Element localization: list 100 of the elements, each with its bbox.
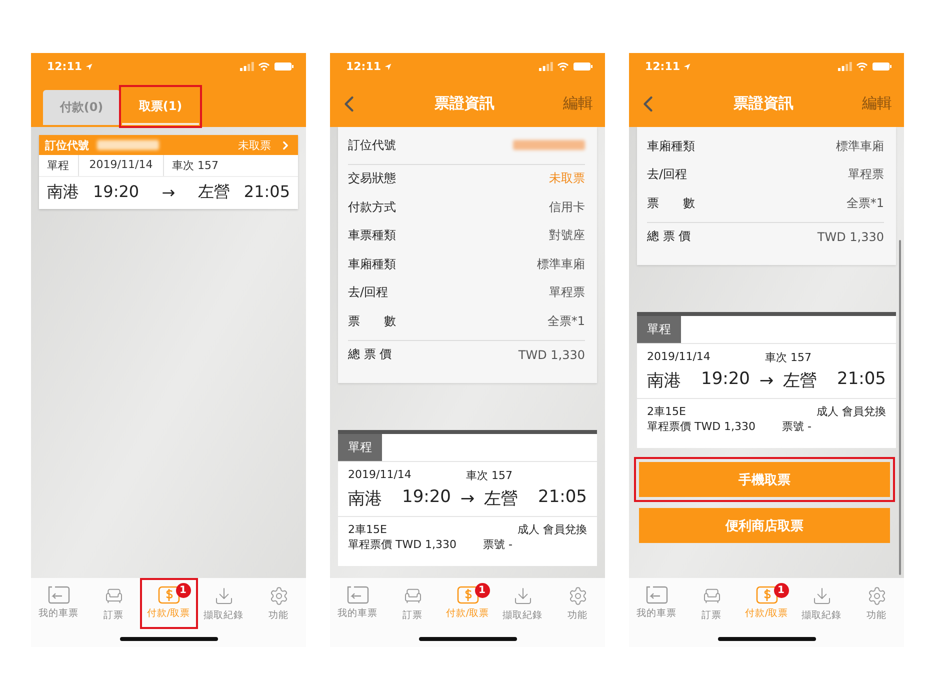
detail-value: TWD 1,330 xyxy=(518,348,585,362)
tab-bar-item[interactable]: 訂票 xyxy=(686,584,738,624)
tab-bar-item[interactable]: 功能 xyxy=(552,584,604,624)
tab-bar-item[interactable]: 功能 xyxy=(850,584,902,624)
train-number: 車次 157 xyxy=(765,350,812,365)
departure-station: 南港 xyxy=(348,488,382,510)
redacted-code xyxy=(97,140,159,150)
location-icon xyxy=(384,62,392,70)
detail-label: 去/回程 xyxy=(348,284,388,302)
wifi-icon xyxy=(258,62,270,71)
settings-icon xyxy=(568,586,588,606)
departure-time: 19:20 xyxy=(93,182,140,203)
ticket-number: 票號 - xyxy=(483,537,514,552)
seat-icon xyxy=(104,586,124,606)
pickup-button[interactable]: 手機取票 xyxy=(639,462,890,497)
arrow-box-icon xyxy=(48,586,70,604)
signal-icon xyxy=(838,62,852,71)
signal-icon xyxy=(240,62,254,71)
detail-label: 交易狀態 xyxy=(348,170,396,188)
seat-number: 2車15E xyxy=(348,522,387,537)
signal-icon xyxy=(539,62,553,71)
detail-value: 全票*1 xyxy=(846,194,884,212)
dollar-box-icon xyxy=(158,586,180,604)
detail-value: TWD 1,330 xyxy=(817,230,884,244)
edit-button[interactable]: 編輯 xyxy=(862,94,892,113)
tab-bar-item[interactable]: 我的車票 xyxy=(332,584,384,622)
arrow-box-icon xyxy=(646,586,668,604)
seat-icon xyxy=(402,586,422,606)
location-icon xyxy=(683,62,692,70)
battery-icon xyxy=(872,62,892,71)
trip-type: 單程 xyxy=(39,155,79,176)
notification-badge: 1 xyxy=(176,583,190,598)
train-number: 車次 157 xyxy=(171,158,220,174)
edit-button[interactable]: 編輯 xyxy=(563,94,593,113)
detail-label: 去/回程 xyxy=(647,166,688,184)
detail-value: 信用卡 xyxy=(549,198,585,216)
detail-label: 總 票 價 xyxy=(348,346,392,364)
order-card[interactable]: 訂位代號 未取票 單程 2019/11/14 車次 157 南港 19:20 → 左營 21:05 xyxy=(39,135,298,209)
download-icon xyxy=(812,586,832,606)
route-arrow: → xyxy=(162,183,176,202)
tab-bar-item[interactable]: 我的車票 xyxy=(32,584,84,622)
detail-label: 訂位代號 xyxy=(348,136,396,154)
detail-label: 車廂種類 xyxy=(348,256,396,273)
settings-icon xyxy=(268,586,288,606)
passenger-type: 成人 會員兌換 xyxy=(816,404,886,419)
detail-label: 車廂種類 xyxy=(647,138,695,155)
detail-label: 付款方式 xyxy=(348,198,396,216)
wifi-icon xyxy=(557,62,569,71)
pickup-button[interactable]: 便利商店取票 xyxy=(639,508,890,543)
status-time: 12:11 xyxy=(645,60,680,73)
fare-price: 單程票價 TWD 1,330 xyxy=(348,537,458,552)
notification-badge: 1 xyxy=(474,583,490,598)
seat-icon xyxy=(702,586,722,606)
tab-bar-item[interactable]: 擷取紀錄 xyxy=(496,584,548,624)
passenger-type: 成人 會員兌換 xyxy=(518,522,587,537)
tab-bar-item[interactable]: 訂票 xyxy=(88,584,140,624)
departure-time: 19:20 xyxy=(701,369,750,391)
detail-value: 標準車廂 xyxy=(836,138,884,155)
settings-icon xyxy=(866,586,886,606)
route-arrow: → xyxy=(460,488,475,508)
tab-bar-item[interactable]: 功能 xyxy=(252,584,304,624)
status-time: 12:11 xyxy=(47,60,82,73)
tab[interactable]: 付款(0) xyxy=(43,90,120,125)
fare-price: 單程票價 TWD 1,330 xyxy=(647,419,757,434)
trip-type-tag: 單程 xyxy=(637,316,681,343)
ticket-number: 票號 - xyxy=(782,419,812,434)
detail-label: 票 數 xyxy=(348,312,396,330)
location-icon xyxy=(85,62,94,70)
dollar-box-icon xyxy=(456,586,478,604)
detail-value: 標準車廂 xyxy=(537,256,585,273)
tab-bar-item[interactable]: 擷取紀錄 xyxy=(796,584,848,624)
arrival-station: 左營 xyxy=(783,370,817,392)
order-status: 未取票 xyxy=(238,138,271,152)
page-title: 票證資訊 xyxy=(734,94,794,113)
train-number: 車次 157 xyxy=(466,468,514,483)
wifi-icon xyxy=(856,62,868,71)
tab-bar-item[interactable]: 訂票 xyxy=(386,584,438,624)
status-time: 12:11 xyxy=(346,60,382,73)
battery-icon xyxy=(274,62,294,71)
download-icon xyxy=(512,586,532,606)
departure-station: 南港 xyxy=(647,370,681,392)
booking-code-label: 訂位代號 xyxy=(45,138,89,152)
detail-value: 對號座 xyxy=(549,227,585,244)
arrival-station: 左營 xyxy=(484,488,518,510)
trip-date: 2019/11/14 xyxy=(79,155,164,176)
detail-value: 單程票 xyxy=(549,284,585,302)
departure-station: 南港 xyxy=(47,182,79,203)
detail-value: 未取票 xyxy=(549,170,585,188)
detail-value: 全票*1 xyxy=(547,312,585,330)
download-icon xyxy=(214,586,234,606)
notification-badge: 1 xyxy=(774,583,788,598)
tab-bar-item[interactable]: 擷取紀錄 xyxy=(198,584,250,624)
trip-date: 2019/11/14 xyxy=(348,468,412,483)
arrival-time: 21:05 xyxy=(538,487,587,509)
tab-bar-item[interactable]: 我的車票 xyxy=(630,584,682,622)
arrival-time: 21:05 xyxy=(837,369,886,391)
detail-label: 票 數 xyxy=(647,194,695,212)
page-title: 票證資訊 xyxy=(434,94,494,113)
detail-label: 車票種類 xyxy=(348,227,396,244)
arrival-station: 左營 xyxy=(198,182,230,203)
